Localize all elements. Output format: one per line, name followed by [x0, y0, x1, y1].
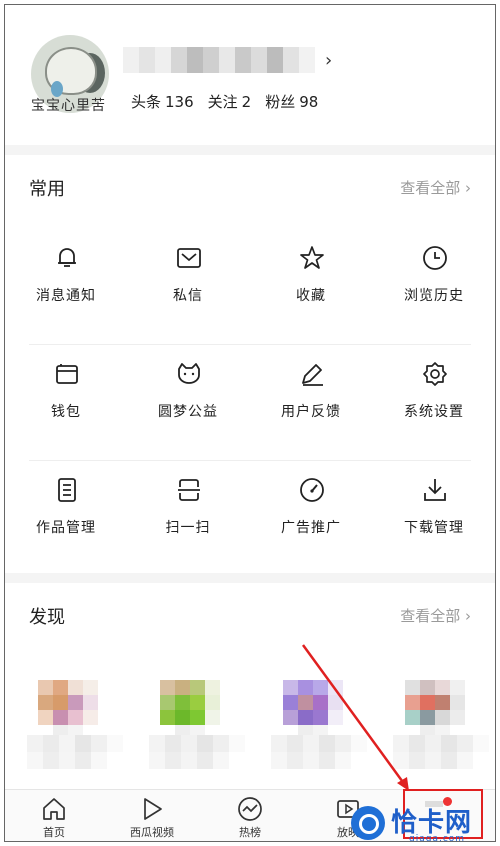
menu-item-feedback[interactable]: 用户反馈	[250, 333, 372, 445]
download-icon	[424, 479, 446, 501]
view-all-link[interactable]: 查看全部 ›	[400, 177, 471, 198]
menu-item-history[interactable]: 浏览历史	[373, 217, 495, 329]
trend-icon	[238, 797, 262, 821]
discover-caption-blurred	[271, 735, 367, 769]
tab-xigua-video[interactable]: 西瓜视频	[103, 790, 201, 841]
gauge-icon	[300, 478, 324, 502]
divider	[5, 145, 495, 155]
menu-item-favorites[interactable]: 收藏	[250, 217, 372, 329]
stat-toutiao[interactable]: 头条 136	[131, 91, 194, 112]
discover-caption-blurred	[393, 735, 489, 769]
discover-section-header: 发现 查看全部 ›	[5, 585, 495, 645]
menu-item-wallet[interactable]: 钱包	[5, 333, 127, 445]
stat-followers[interactable]: 粉丝 98	[265, 91, 318, 112]
menu-item-ads[interactable]: 广告推广	[250, 449, 372, 561]
clock-icon	[423, 246, 447, 270]
username-blurred	[123, 47, 315, 73]
mail-icon	[177, 248, 201, 268]
menu-item-settings[interactable]: 系统设置	[373, 333, 495, 445]
menu-item-downloads[interactable]: 下载管理	[373, 449, 495, 561]
discover-thumbnail	[405, 680, 465, 740]
avatar-caption: 宝宝心里苦	[31, 98, 106, 114]
gear-icon	[423, 362, 447, 386]
feedback-icon	[302, 364, 323, 386]
watermark: 恰卡网 qiaqa.com	[351, 802, 495, 841]
section-title: 发现	[29, 607, 65, 628]
discover-thumbnail	[160, 680, 220, 740]
view-all-link[interactable]: 查看全部 ›	[400, 605, 471, 626]
charity-icon	[178, 363, 200, 384]
discover-thumbnail	[38, 680, 98, 740]
menu-item-works[interactable]: 作品管理	[5, 449, 127, 561]
bell-icon	[58, 248, 76, 267]
menu-item-notifications[interactable]: 消息通知	[5, 217, 127, 329]
wallet-icon	[56, 364, 78, 384]
tab-home[interactable]: 首页	[5, 790, 103, 841]
profile-header: 宝宝心里苦 › 头条 136 关注 2 粉丝 98	[5, 5, 495, 145]
tab-hot-list[interactable]: 热榜	[201, 790, 299, 841]
stat-following[interactable]: 关注 2	[208, 91, 252, 112]
screen: 宝宝心里苦 › 头条 136 关注 2 粉丝 98 常用 查看全部 › 消息通知 私信	[4, 4, 496, 842]
username-row[interactable]: ›	[123, 47, 332, 73]
home-icon	[43, 798, 65, 820]
divider	[5, 573, 495, 583]
star-icon	[300, 246, 324, 269]
watermark-logo-icon	[351, 806, 385, 840]
chevron-right-icon: ›	[325, 49, 333, 71]
document-icon	[58, 478, 76, 502]
section-title: 常用	[29, 179, 65, 200]
play-icon	[144, 798, 162, 820]
discover-thumbnail	[283, 680, 343, 740]
discover-caption-blurred	[27, 735, 123, 769]
menu-item-charity[interactable]: 圆梦公益	[127, 333, 249, 445]
scan-icon	[178, 479, 200, 501]
discover-caption-blurred	[149, 735, 245, 769]
common-section-header: 常用 查看全部 ›	[5, 157, 495, 217]
menu-item-scan[interactable]: 扫一扫	[127, 449, 249, 561]
menu-item-messages[interactable]: 私信	[127, 217, 249, 329]
profile-stats: 头条 136 关注 2 粉丝 98	[131, 91, 332, 112]
